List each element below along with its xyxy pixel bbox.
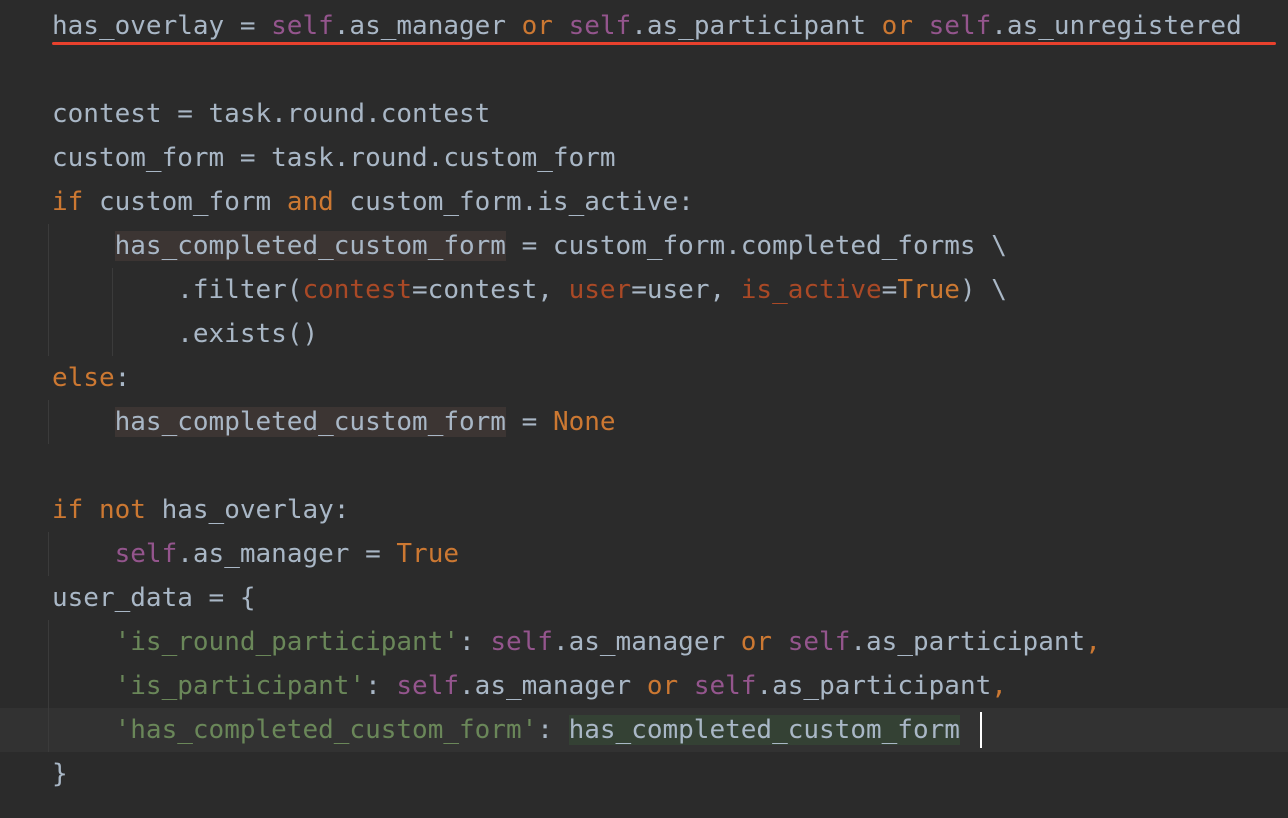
param-name: user (568, 275, 632, 305)
attribute: .as_manager (459, 671, 647, 701)
keyword-else: else (52, 363, 115, 393)
code-line-3: contest = task.round.contest (52, 92, 490, 136)
code-line-5: if custom_form and custom_form.is_active… (52, 180, 694, 224)
self-keyword: self (490, 627, 553, 657)
param-value: =user, (631, 275, 741, 305)
code-line-1: has_overlay = self.as_manager or self.as… (52, 4, 1242, 48)
self-keyword: self (568, 11, 632, 41)
keyword-or: or (521, 11, 553, 41)
keyword-not: not (98, 495, 146, 525)
colon: : (114, 363, 131, 393)
highlighted-identifier: has_completed_custom_form (568, 715, 960, 745)
code-line-18: } (52, 752, 68, 796)
highlighted-identifier: has_completed_custom_form (114, 407, 506, 437)
self-keyword: self (114, 539, 178, 569)
keyword-and: and (286, 187, 334, 217)
statement: user_data = { (52, 583, 256, 613)
self-keyword: self (928, 11, 992, 41)
operator: = (881, 275, 898, 305)
keyword-or: or (740, 627, 773, 657)
constant-none: None (552, 407, 616, 437)
keyword-or: or (646, 671, 679, 701)
code-editor[interactable]: has_overlay = self.as_manager or self.as… (0, 0, 1288, 818)
closing-brace: } (52, 759, 68, 789)
indent-guide (48, 224, 49, 356)
comma: , (1085, 627, 1101, 657)
code-line-12: if not has_overlay: (52, 488, 349, 532)
indent-guide (48, 400, 49, 444)
operator: = (505, 407, 553, 437)
constant-true: True (897, 275, 960, 305)
statement: custom_form = task.round.custom_form (52, 143, 616, 173)
keyword-if: if (52, 187, 84, 217)
method-call: .exists() (52, 319, 319, 349)
highlighted-identifier: has_completed_custom_form (114, 231, 506, 261)
param-name: is_active (740, 275, 882, 305)
string-key: 'is_round_participant' (114, 627, 459, 657)
keyword-if: if (52, 495, 84, 525)
code-line-6: has_completed_custom_form = custom_form.… (52, 224, 1007, 268)
constant-true: True (396, 539, 460, 569)
continuation: ) \ (959, 275, 1007, 305)
comma: , (991, 671, 1007, 701)
code-line-7: .filter(contest=contest, user=user, is_a… (52, 268, 1007, 312)
attribute: .as_participant (850, 627, 1086, 657)
indent-guide (48, 532, 49, 576)
string-key: 'is_participant' (114, 671, 366, 701)
attribute: .as_manager (552, 627, 741, 657)
param-name: contest (302, 275, 413, 305)
code-line-8: .exists() (52, 312, 318, 356)
operator: = (224, 11, 272, 41)
colon: : (459, 627, 491, 657)
code-line-14: user_data = { (52, 576, 256, 620)
colon: : (365, 671, 397, 701)
attribute: .as_participant (756, 671, 992, 701)
expression: custom_form.is_active: (333, 187, 694, 217)
statement: contest = task.round.contest (52, 99, 491, 129)
colon: : (537, 715, 569, 745)
identifier: has_overlay (52, 11, 225, 41)
code-line-9: else: (52, 356, 130, 400)
code-line-17: 'has_completed_custom_form': has_complet… (52, 708, 960, 752)
indent-guide (48, 620, 49, 752)
expression: custom_form (83, 187, 287, 217)
self-keyword: self (693, 671, 757, 701)
code-line-15: 'is_round_participant': self.as_manager … (52, 620, 1101, 664)
code-line-10: has_completed_custom_form = None (52, 400, 616, 444)
attribute: .as_unregistered (991, 11, 1242, 41)
attribute: .as_manager (333, 11, 522, 41)
self-keyword: self (271, 11, 334, 41)
expression: = custom_form.completed_forms \ (505, 231, 1007, 261)
string-key: 'has_completed_custom_form' (114, 715, 538, 745)
keyword-or: or (881, 11, 913, 41)
code-line-16: 'is_participant': self.as_manager or sel… (52, 664, 1007, 708)
attribute: .as_participant (631, 11, 882, 41)
self-keyword: self (396, 671, 460, 701)
code-line-13: self.as_manager = True (52, 532, 459, 576)
expression: has_overlay: (145, 495, 350, 525)
method-call: .filter( (52, 275, 303, 305)
text-caret (980, 712, 982, 748)
attribute: .as_manager = (177, 539, 397, 569)
param-value: =contest, (412, 275, 569, 305)
code-line-4: custom_form = task.round.custom_form (52, 136, 616, 180)
self-keyword: self (787, 627, 851, 657)
